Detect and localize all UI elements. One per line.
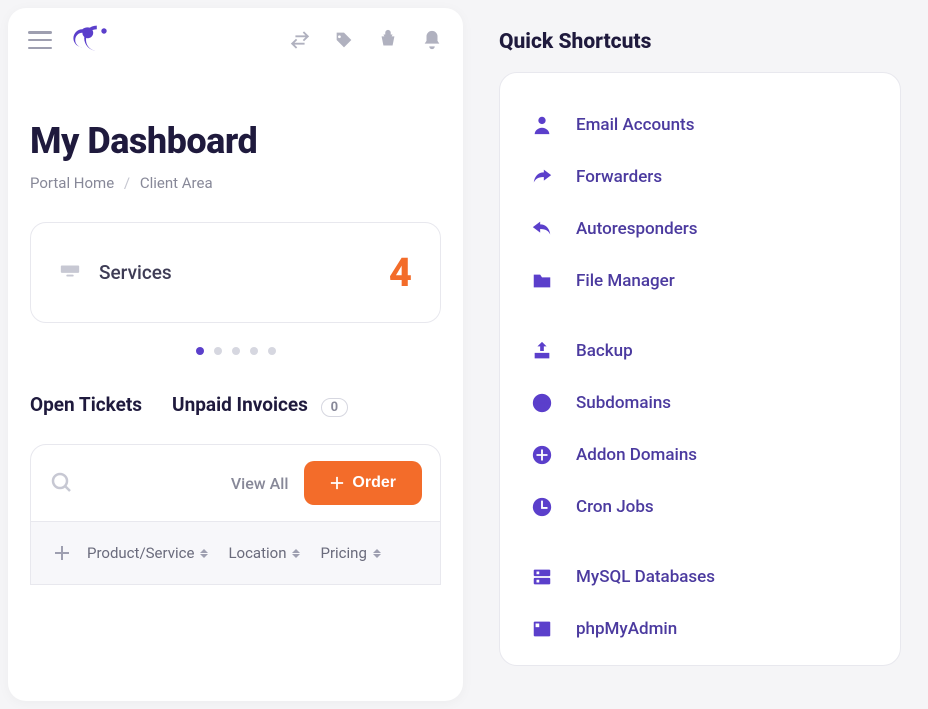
col-pricing[interactable]: Pricing [312, 544, 388, 562]
tag-icon[interactable] [333, 29, 355, 51]
col-location[interactable]: Location [220, 544, 308, 562]
shortcut-backup[interactable]: Backup [526, 327, 874, 375]
shortcut-label: Backup [576, 341, 633, 361]
bell-icon[interactable] [421, 29, 443, 51]
breadcrumb-home[interactable]: Portal Home [30, 174, 114, 192]
menu-button[interactable] [28, 31, 52, 49]
carousel-dot[interactable] [250, 347, 258, 355]
tab-unpaid-label: Unpaid Invoices [172, 393, 308, 416]
shortcut-label: Forwarders [576, 167, 662, 187]
carousel-dots [30, 347, 441, 355]
sort-icon [373, 549, 381, 558]
shortcut-forwarders[interactable]: Forwarders [526, 153, 874, 201]
user-icon [530, 113, 554, 137]
carousel-dot[interactable] [232, 347, 240, 355]
clock-icon [530, 495, 554, 519]
dashboard-panel: My Dashboard Portal Home / Client Area S… [8, 8, 463, 701]
database-icon [530, 565, 554, 589]
order-button[interactable]: Order [304, 461, 422, 505]
tab-open-tickets[interactable]: Open Tickets [30, 393, 142, 416]
unpaid-count-badge: 0 [321, 398, 348, 417]
shortcut-label: File Manager [576, 271, 675, 291]
app-header [8, 8, 463, 72]
breadcrumb-separator: / [124, 174, 130, 192]
shortcuts-title: Quick Shortcuts [499, 30, 901, 54]
view-all-button[interactable]: View All [231, 474, 289, 493]
breadcrumb-current: Client Area [140, 174, 213, 192]
globe-icon [530, 391, 554, 415]
services-count: 4 [389, 249, 412, 296]
shortcut-cron-jobs[interactable]: Cron Jobs [526, 483, 874, 531]
tab-unpaid-invoices[interactable]: Unpaid Invoices 0 [172, 393, 348, 416]
shortcut-phpmyadmin[interactable]: phpMyAdmin [526, 605, 874, 653]
transfer-icon[interactable] [289, 29, 311, 51]
reply-icon [530, 217, 554, 241]
shortcuts-panel: Quick Shortcuts Email Accounts Forwarder… [481, 8, 911, 701]
shortcut-autoresponders[interactable]: Autoresponders [526, 205, 874, 253]
order-button-label: Order [352, 474, 396, 492]
services-label: Services [99, 261, 172, 284]
logo[interactable] [66, 22, 124, 58]
tabs-row: Open Tickets Unpaid Invoices 0 [30, 393, 441, 416]
sort-icon [292, 549, 300, 558]
shortcut-file-manager[interactable]: File Manager [526, 257, 874, 305]
col-product-service[interactable]: Product/Service [79, 544, 216, 562]
share-icon [530, 165, 554, 189]
services-card[interactable]: Services 4 [30, 222, 441, 323]
shortcut-mysql-databases[interactable]: MySQL Databases [526, 553, 874, 601]
services-icon [59, 263, 81, 283]
shortcut-label: Cron Jobs [576, 497, 654, 517]
shortcut-label: Addon Domains [576, 445, 697, 465]
carousel-dot[interactable] [196, 347, 204, 355]
expand-all-button[interactable] [49, 540, 75, 566]
plus-circle-icon [530, 443, 554, 467]
shortcut-label: MySQL Databases [576, 567, 715, 587]
carousel-dot[interactable] [268, 347, 276, 355]
shortcuts-card: Email Accounts Forwarders Autoresponders… [499, 72, 901, 666]
window-icon [530, 617, 554, 641]
table-header: Product/Service Location Pricing [30, 522, 441, 585]
shortcut-label: Subdomains [576, 393, 671, 413]
page-title: My Dashboard [30, 120, 441, 162]
sort-icon [200, 549, 208, 558]
shortcut-addon-domains[interactable]: Addon Domains [526, 431, 874, 479]
shortcut-label: phpMyAdmin [576, 619, 677, 639]
breadcrumb: Portal Home / Client Area [30, 174, 441, 192]
carousel-dot[interactable] [214, 347, 222, 355]
folder-icon [530, 269, 554, 293]
search-button[interactable] [49, 470, 75, 496]
shortcut-subdomains[interactable]: Subdomains [526, 379, 874, 427]
content-area: My Dashboard Portal Home / Client Area S… [8, 72, 463, 701]
list-toolbar: View All Order [30, 444, 441, 522]
cart-icon[interactable] [377, 29, 399, 51]
shortcut-email-accounts[interactable]: Email Accounts [526, 101, 874, 149]
shortcut-label: Email Accounts [576, 115, 694, 135]
shortcut-label: Autoresponders [576, 219, 698, 239]
header-actions [289, 29, 443, 51]
upload-icon [530, 339, 554, 363]
